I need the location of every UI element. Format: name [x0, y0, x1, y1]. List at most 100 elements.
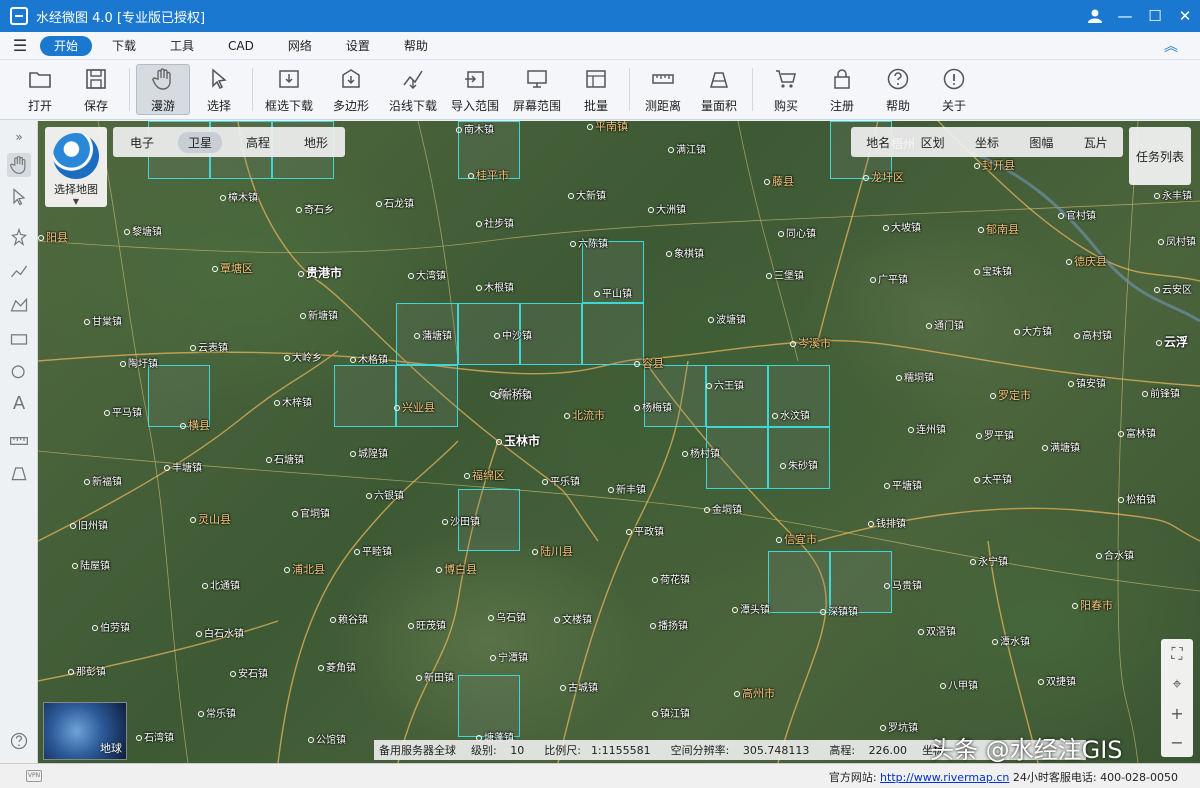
place-label: 广平镇	[870, 271, 908, 286]
website-link[interactable]: http://www.rivermap.cn	[880, 771, 1009, 784]
user-icon[interactable]	[1080, 0, 1110, 32]
save-button[interactable]: 保存	[69, 64, 123, 115]
place-label: 合水镇	[1096, 547, 1134, 562]
tab-electronic[interactable]: 电子	[120, 132, 164, 153]
place-label: 大方镇	[1014, 323, 1052, 338]
about-button[interactable]: 关于	[927, 64, 981, 115]
collapse-ribbon-icon[interactable]: ︽	[1164, 36, 1178, 56]
place-label: 平睦镇	[354, 543, 392, 558]
watermark: 头条 @水经注GIS	[930, 736, 1123, 763]
marker-tool-icon[interactable]	[7, 225, 31, 249]
menu-help[interactable]: 帮助	[390, 36, 442, 56]
maximize-button[interactable]: ☐	[1140, 0, 1170, 32]
rectangle-tool-icon[interactable]	[7, 327, 31, 351]
ruler-tool-icon[interactable]	[7, 429, 31, 453]
zoom-out-icon[interactable]: −	[1170, 733, 1183, 752]
lock-icon	[829, 66, 855, 92]
map-controls: ⛶ ⌖ + −	[1161, 639, 1193, 757]
register-button[interactable]: 注册	[815, 64, 869, 115]
polygon-button[interactable]: 多边形	[321, 64, 381, 115]
toggle-sheets[interactable]: 图幅	[1025, 134, 1057, 151]
place-label: 新福镇	[84, 473, 122, 488]
pan-button[interactable]: 漫游	[136, 64, 190, 115]
tab-terrain[interactable]: 地形	[294, 132, 338, 153]
help-side-icon[interactable]	[7, 729, 31, 753]
help-button[interactable]: 帮助	[871, 64, 925, 115]
select-map-button[interactable]: 选择地图 ▼	[45, 127, 107, 207]
place-label: 杨梅镇	[634, 399, 672, 414]
zoom-in-icon[interactable]: +	[1170, 704, 1183, 723]
place-label: 新田镇	[416, 669, 454, 684]
screen-range-button[interactable]: 屏幕范围	[507, 64, 567, 115]
app-logo	[10, 7, 28, 25]
tab-satellite[interactable]: 卫星	[177, 131, 222, 153]
place-label: 阳县	[38, 229, 68, 245]
overview-map[interactable]: 地球	[43, 702, 127, 760]
place-label: 高村镇	[1074, 327, 1112, 342]
select-tool-icon[interactable]	[7, 185, 31, 209]
locate-icon[interactable]: ⌖	[1172, 674, 1181, 694]
circle-tool-icon[interactable]	[7, 359, 31, 383]
minimize-button[interactable]: —	[1110, 0, 1140, 32]
status-bar: VPN 官方网站: http://www.rivermap.cn 24小时客服电…	[0, 763, 1200, 788]
place-label: 黎塘镇	[124, 223, 162, 238]
box-download-button[interactable]: 框选下载	[259, 64, 319, 115]
toggle-coordinates[interactable]: 坐标	[971, 134, 1003, 151]
menu-settings[interactable]: 设置	[332, 36, 384, 56]
menu-tools[interactable]: 工具	[156, 36, 208, 56]
area-tool-icon[interactable]	[7, 461, 31, 485]
place-label: 象棋镇	[666, 245, 704, 260]
place-label: 丰塘镇	[164, 459, 202, 474]
polygon-tool-icon[interactable]	[7, 293, 31, 317]
left-toolbar: » A	[0, 121, 38, 763]
tab-elevation[interactable]: 高程	[236, 132, 280, 153]
task-list-button[interactable]: 任务列表	[1129, 127, 1191, 185]
pan-tool-icon[interactable]	[7, 153, 31, 177]
line-download-button[interactable]: 沿线下载	[383, 64, 443, 115]
menu-start[interactable]: 开始	[40, 35, 93, 56]
select-button[interactable]: 选择	[192, 64, 246, 115]
close-button[interactable]: ✕	[1170, 0, 1200, 32]
open-button[interactable]: 打开	[13, 64, 67, 115]
place-label: 潭头镇	[732, 601, 770, 616]
place-label: 满江镇	[668, 141, 706, 156]
place-label: 满塘镇	[1042, 439, 1080, 454]
ruler-icon	[650, 66, 676, 92]
toggle-tiles[interactable]: 瓦片	[1080, 134, 1112, 151]
place-label: 常乐镇	[198, 705, 236, 720]
place-label: 罗坑镇	[880, 719, 918, 734]
place-label: 平山镇	[594, 285, 632, 300]
place-label: 玉林市	[496, 432, 540, 449]
expand-sidebar-icon[interactable]: »	[7, 125, 31, 149]
place-label: 官村镇	[1058, 207, 1096, 222]
toggle-boundaries[interactable]: 区划	[917, 134, 949, 151]
title-bar: 水经微图 4.0 [专业版已授权] — ☐ ✕	[0, 0, 1200, 32]
measure-area-button[interactable]: 量面积	[692, 64, 746, 115]
fullscreen-icon[interactable]: ⛶	[1171, 644, 1182, 664]
line-tool-icon[interactable]	[7, 259, 31, 283]
toggle-place-names[interactable]: 地名	[862, 134, 894, 151]
text-tool-icon[interactable]: A	[7, 391, 31, 415]
place-label: 伯劳镇	[92, 619, 130, 634]
batch-button[interactable]: 批量	[569, 64, 623, 115]
import-range-button[interactable]: 导入范围	[445, 64, 505, 115]
menu-download[interactable]: 下载	[98, 36, 150, 56]
menu-network[interactable]: 网络	[274, 36, 326, 56]
place-label: 古城镇	[560, 679, 598, 694]
place-label: 平塘镇	[884, 477, 922, 492]
measure-distance-button[interactable]: 测距离	[636, 64, 690, 115]
place-label: 八甲镇	[940, 677, 978, 692]
place-label: 播扬镇	[650, 617, 688, 632]
map-view[interactable]: 南木镇 平南镇 满江镇 藤县 龙圩区 封开县 桂平市 大新镇 大洲镇 樟木镇 石…	[38, 121, 1200, 763]
place-label: 富林镇	[1118, 425, 1156, 440]
place-label: 潭水镇	[992, 633, 1030, 648]
tile-region	[706, 365, 768, 427]
window-title: 水经微图 4.0 [专业版已授权]	[36, 10, 206, 26]
place-label: 糯垌镇	[896, 369, 934, 384]
menu-cad[interactable]: CAD	[214, 36, 268, 56]
place-label: 永宁镇	[970, 553, 1008, 568]
monitor-icon	[524, 66, 550, 92]
place-label: 旧州镇	[70, 517, 108, 532]
hamburger-icon[interactable]: ☰	[0, 36, 40, 55]
buy-button[interactable]: 购买	[759, 64, 813, 115]
